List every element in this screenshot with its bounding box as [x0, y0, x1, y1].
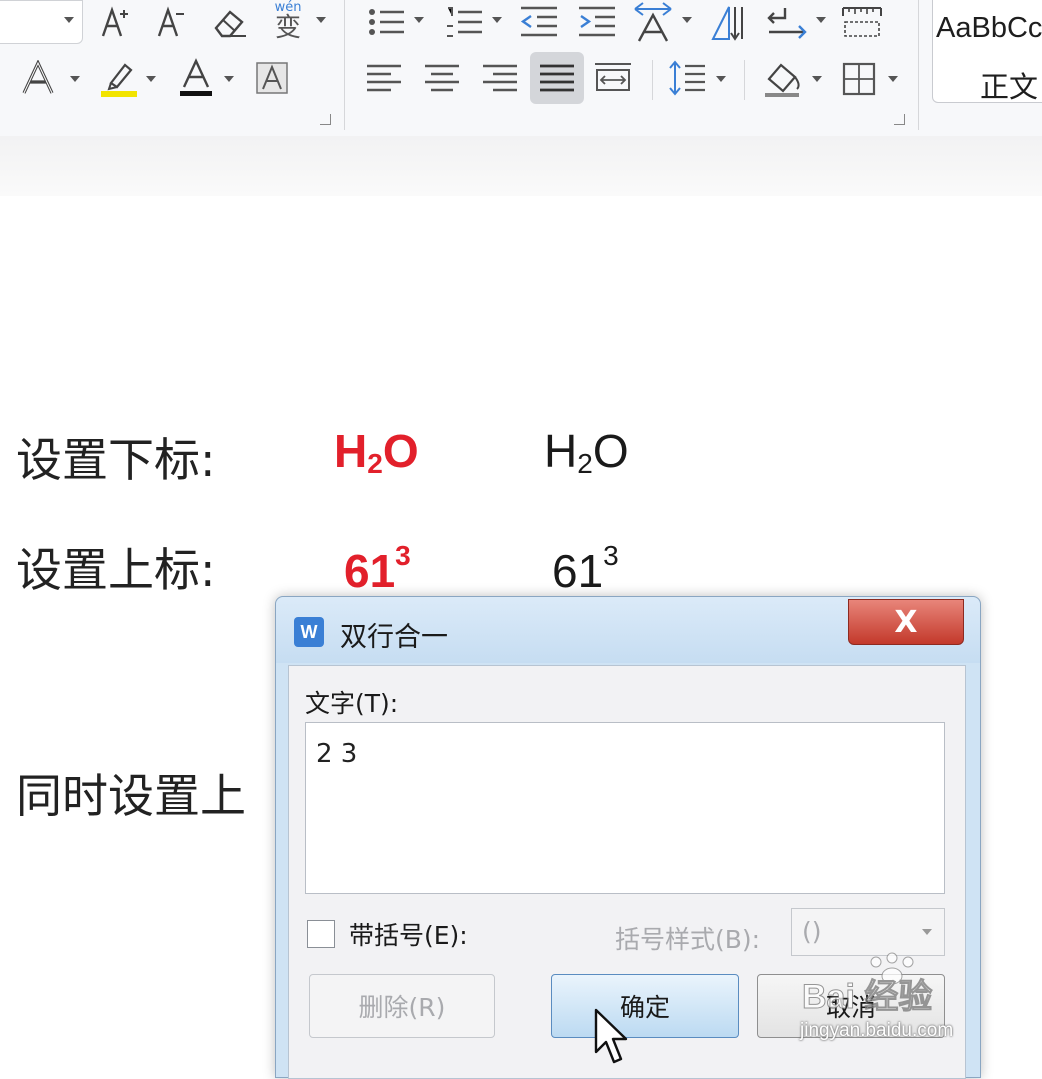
align-left-icon[interactable]: [364, 58, 404, 98]
bullet-list-dropdown-arrow[interactable]: [414, 17, 424, 23]
phonetic-guide-char: 变: [274, 13, 301, 43]
watermark-url: jingyan.baidu.com: [800, 1020, 954, 1041]
ribbon-separator-small: [744, 60, 745, 100]
font-dialog-launcher[interactable]: [320, 114, 331, 125]
numbered-list-dropdown-arrow[interactable]: [492, 17, 502, 23]
ok-button[interactable]: 确定: [551, 974, 739, 1038]
power-bold-red: 613: [344, 540, 411, 598]
shading-paint-bucket-icon[interactable]: [760, 58, 804, 100]
character-shading-icon[interactable]: [254, 60, 290, 96]
ribbon-toolbar: wén 变 AaBbCc 正文: [0, 0, 1042, 137]
delete-button[interactable]: 删除(R): [309, 974, 495, 1038]
h2o-red-base: H: [334, 425, 368, 477]
bracket-style-value: (): [802, 917, 822, 946]
h2o-black-tail: O: [592, 425, 629, 477]
style-preview-sample: AaBbCc: [936, 12, 1042, 44]
chinese-layout-icon[interactable]: [630, 0, 676, 44]
bracket-style-label: 括号样式(B):: [615, 925, 761, 954]
h2o-red-tail: O: [382, 425, 419, 477]
close-icon: X: [894, 604, 918, 640]
increase-indent-icon[interactable]: [576, 2, 618, 42]
ribbon-shadow-band: [0, 136, 1042, 196]
mouse-pointer-icon: [594, 1008, 628, 1069]
distributed-align-icon[interactable]: [592, 58, 634, 98]
power-red-base: 61: [344, 545, 396, 597]
shading-dropdown-arrow[interactable]: [812, 76, 822, 82]
paragraph-marks-dropdown-arrow[interactable]: [816, 17, 826, 23]
sort-text-direction-icon[interactable]: [708, 0, 750, 44]
h2o-black-base: H: [544, 425, 578, 477]
show-paragraph-marks-icon[interactable]: [764, 2, 810, 42]
bracket-checkbox[interactable]: [307, 920, 335, 948]
line-spacing-dropdown-arrow[interactable]: [716, 76, 726, 82]
power-black-superscript: 3: [603, 540, 619, 571]
font-name-dropdown-arrow[interactable]: [64, 17, 74, 23]
dialog-title-bar[interactable]: W 双行合一 X: [276, 597, 980, 663]
bracket-checkbox-label: 带括号(E):: [349, 921, 468, 950]
paragraph-dialog-launcher[interactable]: [894, 114, 905, 125]
chevron-down-icon: [922, 929, 932, 935]
align-right-icon[interactable]: [480, 58, 520, 98]
highlight-color-dropdown-arrow[interactable]: [146, 76, 156, 82]
ribbon-separator-small: [652, 60, 653, 100]
text-effect-icon[interactable]: [18, 58, 58, 98]
h2o-black-subscript: 2: [577, 448, 593, 479]
subscript-label: 设置下标:: [16, 433, 216, 487]
wps-app-icon: W: [294, 617, 324, 647]
font-color-icon[interactable]: [176, 56, 216, 100]
text-effect-dropdown-arrow[interactable]: [70, 76, 80, 82]
dialog-title: 双行合一: [340, 622, 448, 653]
h2o-normal-black: H2O: [544, 424, 629, 480]
ribbon-separator: [344, 0, 345, 130]
watermark-brand: Bai 经验: [802, 977, 932, 1012]
phonetic-guide-dropdown-arrow[interactable]: [316, 17, 326, 23]
bullet-list-icon[interactable]: [364, 2, 408, 42]
power-black-base: 61: [552, 545, 604, 597]
clear-formatting-eraser-icon[interactable]: [208, 2, 252, 42]
increase-font-size-icon[interactable]: [96, 2, 136, 42]
highlight-color-icon[interactable]: [98, 56, 140, 100]
chinese-layout-dropdown-arrow[interactable]: [682, 17, 692, 23]
numbered-list-icon[interactable]: [442, 2, 486, 42]
close-button[interactable]: X: [848, 599, 964, 645]
baidu-jingyan-watermark-logo: Bai 经验: [800, 952, 990, 1017]
line-spacing-icon[interactable]: [666, 58, 708, 98]
text-input[interactable]: 2 3: [305, 722, 945, 894]
ruler-table-icon[interactable]: [840, 2, 884, 42]
align-center-icon[interactable]: [422, 58, 462, 98]
bracket-style-select[interactable]: (): [791, 908, 945, 956]
text-field-label: 文字(T):: [305, 689, 399, 718]
borders-dropdown-arrow[interactable]: [888, 76, 898, 82]
h2o-bold-red: H2O: [334, 424, 419, 480]
superscript-label: 设置上标:: [16, 543, 216, 597]
h2o-red-subscript: 2: [367, 448, 383, 479]
both-scripts-label: 同时设置上: [16, 769, 246, 823]
justify-icon[interactable]: [537, 58, 577, 98]
phonetic-guide-icon[interactable]: wén 变: [266, 0, 310, 44]
power-normal-black: 613: [552, 540, 619, 598]
ribbon-separator: [918, 0, 919, 130]
font-color-dropdown-arrow[interactable]: [224, 76, 234, 82]
borders-icon[interactable]: [840, 60, 878, 98]
decrease-indent-icon[interactable]: [518, 2, 560, 42]
style-name-normal: 正文: [980, 70, 1039, 104]
power-red-superscript: 3: [395, 540, 411, 571]
decrease-font-size-icon[interactable]: [152, 2, 192, 42]
